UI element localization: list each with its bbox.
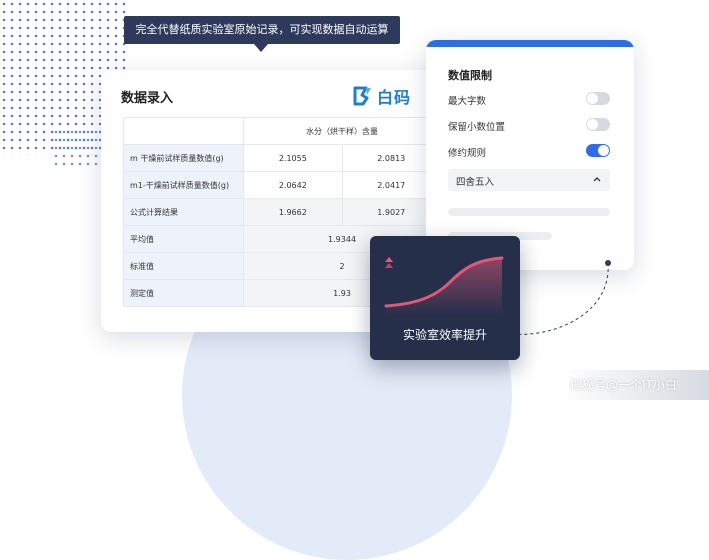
brand-logo: 白码 [353, 84, 411, 108]
cell-value[interactable]: 2.0642 [243, 171, 343, 199]
banner-pointer [254, 44, 268, 52]
row-label: 平均值 [122, 225, 245, 253]
computed-value: 1.9662 [243, 198, 343, 226]
rounding-rule-select[interactable]: 四舍五入 [448, 169, 610, 191]
table-row[interactable]: m1-干燥前试样质量数值(g) 2.0642 2.0417 [122, 171, 441, 199]
chevron-up-icon [593, 177, 601, 182]
row-label: m1-干燥前试样质量数值(g) [122, 171, 245, 199]
select-value: 四舍五入 [456, 177, 495, 188]
panel-title: 数值限制 [448, 69, 492, 82]
watermark-text: 搜狐号@一个IT小白 [570, 378, 677, 392]
row-label: m 干燥前试样质量数值(g) [122, 144, 245, 172]
row-label: 测定值 [122, 279, 245, 307]
rounding-rule-toggle[interactable] [586, 144, 610, 157]
growth-curve-chart [384, 256, 504, 316]
logo-mark-icon [353, 86, 371, 106]
table-corner-cell [122, 117, 245, 145]
placeholder-bar [448, 208, 610, 216]
logo-text: 白码 [377, 88, 412, 107]
toggle-knob [587, 93, 598, 104]
toggle-knob [598, 145, 609, 156]
dot-pattern-small [52, 128, 100, 166]
option-label: 最大字数 [448, 96, 487, 107]
efficiency-card: 实验室效率提升 [370, 236, 520, 360]
table-header-row: 水分（烘干样）含量 [122, 117, 441, 145]
table-row: 公式计算结果 1.9662 1.9027 [122, 198, 441, 226]
trend-up-icon [385, 257, 393, 268]
card-title: 数据录入 [121, 91, 174, 106]
efficiency-label: 实验室效率提升 [402, 328, 487, 342]
decimal-places-toggle[interactable] [586, 118, 610, 131]
option-label: 修约规则 [448, 148, 487, 159]
option-label: 保留小数位置 [448, 122, 506, 133]
max-chars-toggle[interactable] [586, 92, 610, 105]
panel-accent-bar [426, 40, 634, 47]
table-header: 水分（烘干样）含量 [243, 117, 441, 145]
feature-banner: 完全代替纸质实验室原始记录，可实现数据自动运算 [124, 16, 400, 44]
row-label: 公式计算结果 [122, 198, 245, 226]
row-label: 标准值 [122, 252, 245, 280]
toggle-knob [587, 119, 598, 130]
cell-value[interactable]: 2.1055 [243, 144, 343, 172]
table-row[interactable]: m 干燥前试样质量数值(g) 2.1055 2.0813 [122, 144, 441, 172]
